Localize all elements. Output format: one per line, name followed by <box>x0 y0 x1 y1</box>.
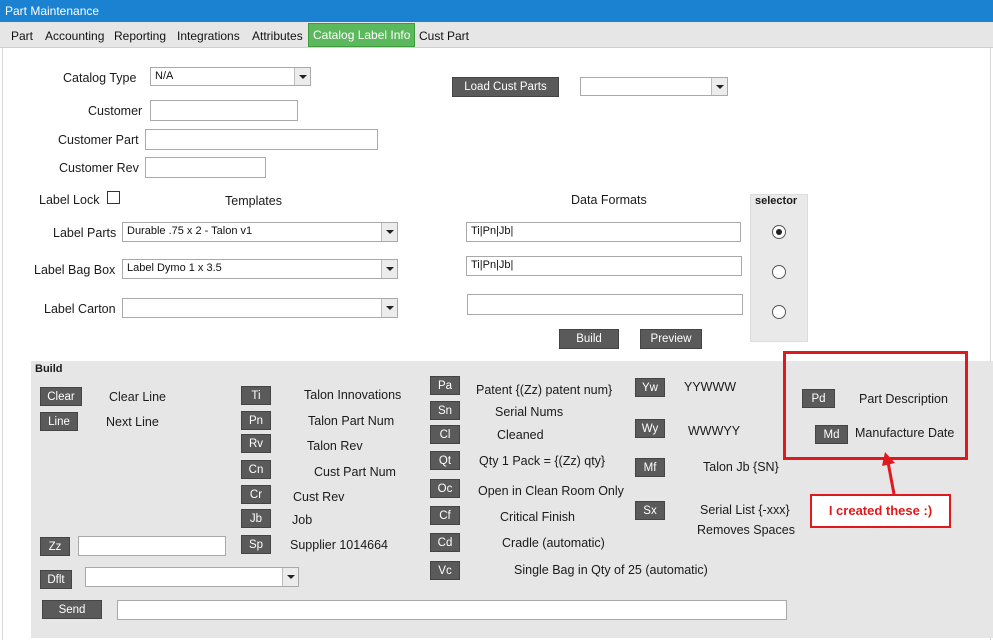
dflt-button[interactable]: Dflt <box>40 570 72 589</box>
chevron-down-icon[interactable] <box>381 223 397 241</box>
selector-radio-label-bag-box[interactable] <box>772 265 786 279</box>
label-lock-checkbox[interactable] <box>107 191 120 204</box>
rv-desc: Talon Rev <box>307 439 363 453</box>
mf-desc: Talon Jb {SN} <box>703 460 779 474</box>
cl-button[interactable]: Cl <box>430 425 460 444</box>
label-bag-box-label: Label Bag Box <box>34 263 116 277</box>
cr-button[interactable]: Cr <box>241 485 271 504</box>
wy-desc: WWWYY <box>688 424 741 438</box>
customer-rev-field[interactable] <box>145 157 266 178</box>
oc-desc: Open in Clean Room Only <box>478 484 624 498</box>
label-carton-label: Label Carton <box>44 302 116 316</box>
cn-desc: Cust Part Num <box>314 465 396 479</box>
sx-button[interactable]: Sx <box>635 501 665 520</box>
sp-button[interactable]: Sp <box>241 535 271 554</box>
zz-input[interactable] <box>78 536 226 556</box>
cr-desc: Cust Rev <box>293 490 345 504</box>
cn-button[interactable]: Cn <box>241 460 271 479</box>
catalog-type-select[interactable]: N/A <box>150 67 311 86</box>
wy-button[interactable]: Wy <box>635 419 665 438</box>
cust-parts-select[interactable] <box>580 77 728 96</box>
send-input[interactable] <box>117 600 787 620</box>
yw-desc: YYWWW <box>684 380 737 394</box>
yw-button[interactable]: Yw <box>635 378 665 397</box>
dflt-select[interactable] <box>85 567 299 587</box>
cd-button[interactable]: Cd <box>430 533 460 552</box>
annotation-callout: I created these :) <box>810 494 951 528</box>
vc-desc: Single Bag in Qty of 25 (automatic) <box>514 563 708 577</box>
qt-button[interactable]: Qt <box>430 451 460 470</box>
build-button[interactable]: Build <box>559 329 619 349</box>
chevron-down-icon[interactable] <box>381 299 397 317</box>
selector-header: selector <box>755 195 798 207</box>
templates-header: Templates <box>225 194 282 208</box>
sx-desc: Serial List {-xxx} <box>700 503 790 517</box>
label-parts-template-select[interactable]: Durable .75 x 2 - Talon v1 <box>122 222 398 242</box>
load-cust-parts-button[interactable]: Load Cust Parts <box>452 77 559 97</box>
line-button[interactable]: Line <box>40 412 78 431</box>
label-parts-format-field[interactable]: Ti|Pn|Jb| <box>466 222 741 242</box>
customer-field[interactable] <box>150 100 298 121</box>
tab-cust-part[interactable]: Cust Part <box>416 25 472 47</box>
sp-desc: Supplier 1014664 <box>290 538 388 552</box>
pa-desc: Patent {(Zz) patent num} <box>476 383 613 397</box>
send-button[interactable]: Send <box>42 600 102 619</box>
label-carton-format-field[interactable] <box>467 294 743 315</box>
preview-button[interactable]: Preview <box>640 329 702 349</box>
cd-desc: Cradle (automatic) <box>502 536 605 550</box>
clear-button[interactable]: Clear <box>40 387 82 406</box>
customer-label: Customer <box>88 104 143 118</box>
sn-desc: Serial Nums <box>495 405 564 419</box>
label-carton-template-select[interactable] <box>122 298 398 318</box>
label-bag-box-format-field[interactable]: Ti|Pn|Jb| <box>466 256 742 276</box>
tab-part[interactable]: Part <box>8 25 36 47</box>
annotation-arrow-icon <box>882 452 896 495</box>
oc-button[interactable]: Oc <box>430 479 460 498</box>
cf-button[interactable]: Cf <box>430 506 460 525</box>
selector-radio-label-parts[interactable] <box>772 225 786 239</box>
jb-desc: Job <box>292 513 313 527</box>
label-parts-label: Label Parts <box>53 226 117 240</box>
cl-desc: Cleaned <box>497 428 544 442</box>
catalog-type-value: N/A <box>155 70 174 82</box>
customer-rev-label: Customer Rev <box>59 161 139 175</box>
label-parts-template-value: Durable .75 x 2 - Talon v1 <box>127 225 253 237</box>
chevron-down-icon[interactable] <box>381 260 397 278</box>
zz-button[interactable]: Zz <box>40 537 70 556</box>
vc-button[interactable]: Vc <box>430 561 460 580</box>
mf-button[interactable]: Mf <box>635 458 665 477</box>
tab-integrations[interactable]: Integrations <box>174 25 243 47</box>
sx-desc-line2: Removes Spaces <box>697 523 795 537</box>
label-bag-box-template-value: Label Dymo 1 x 3.5 <box>127 262 222 274</box>
chevron-down-icon[interactable] <box>282 568 298 586</box>
sn-button[interactable]: Sn <box>430 401 460 420</box>
window-title: Part Maintenance <box>0 0 993 22</box>
ti-desc: Talon Innovations <box>304 388 402 402</box>
label-bag-box-template-select[interactable]: Label Dymo 1 x 3.5 <box>122 259 398 279</box>
tab-catalog-label-info[interactable]: Catalog Label Info <box>308 23 416 47</box>
pa-button[interactable]: Pa <box>430 376 460 395</box>
selector-radio-label-carton[interactable] <box>772 305 786 319</box>
customer-part-label: Customer Part <box>58 133 139 147</box>
next-line-desc: Next Line <box>106 415 159 429</box>
annotation-highlight-box <box>783 351 968 460</box>
tab-accounting[interactable]: Accounting <box>42 25 107 47</box>
pn-desc: Talon Part Num <box>308 414 395 428</box>
chevron-down-icon[interactable] <box>711 78 727 95</box>
tab-reporting[interactable]: Reporting <box>111 25 169 47</box>
catalog-type-label: Catalog Type <box>63 71 137 85</box>
jb-button[interactable]: Jb <box>241 509 271 528</box>
clear-line-desc: Clear Line <box>109 390 166 404</box>
label-lock-label: Label Lock <box>39 193 100 207</box>
pn-button[interactable]: Pn <box>241 411 271 430</box>
customer-part-field[interactable] <box>145 129 378 150</box>
data-formats-header: Data Formats <box>571 193 647 207</box>
cf-desc: Critical Finish <box>500 510 576 524</box>
rv-button[interactable]: Rv <box>241 434 271 453</box>
tab-attributes[interactable]: Attributes <box>249 25 306 47</box>
build-section-title: Build <box>35 363 63 375</box>
ti-button[interactable]: Ti <box>241 386 271 405</box>
chevron-down-icon[interactable] <box>294 68 310 85</box>
qt-desc: Qty 1 Pack = {(Zz) qty} <box>479 454 606 468</box>
